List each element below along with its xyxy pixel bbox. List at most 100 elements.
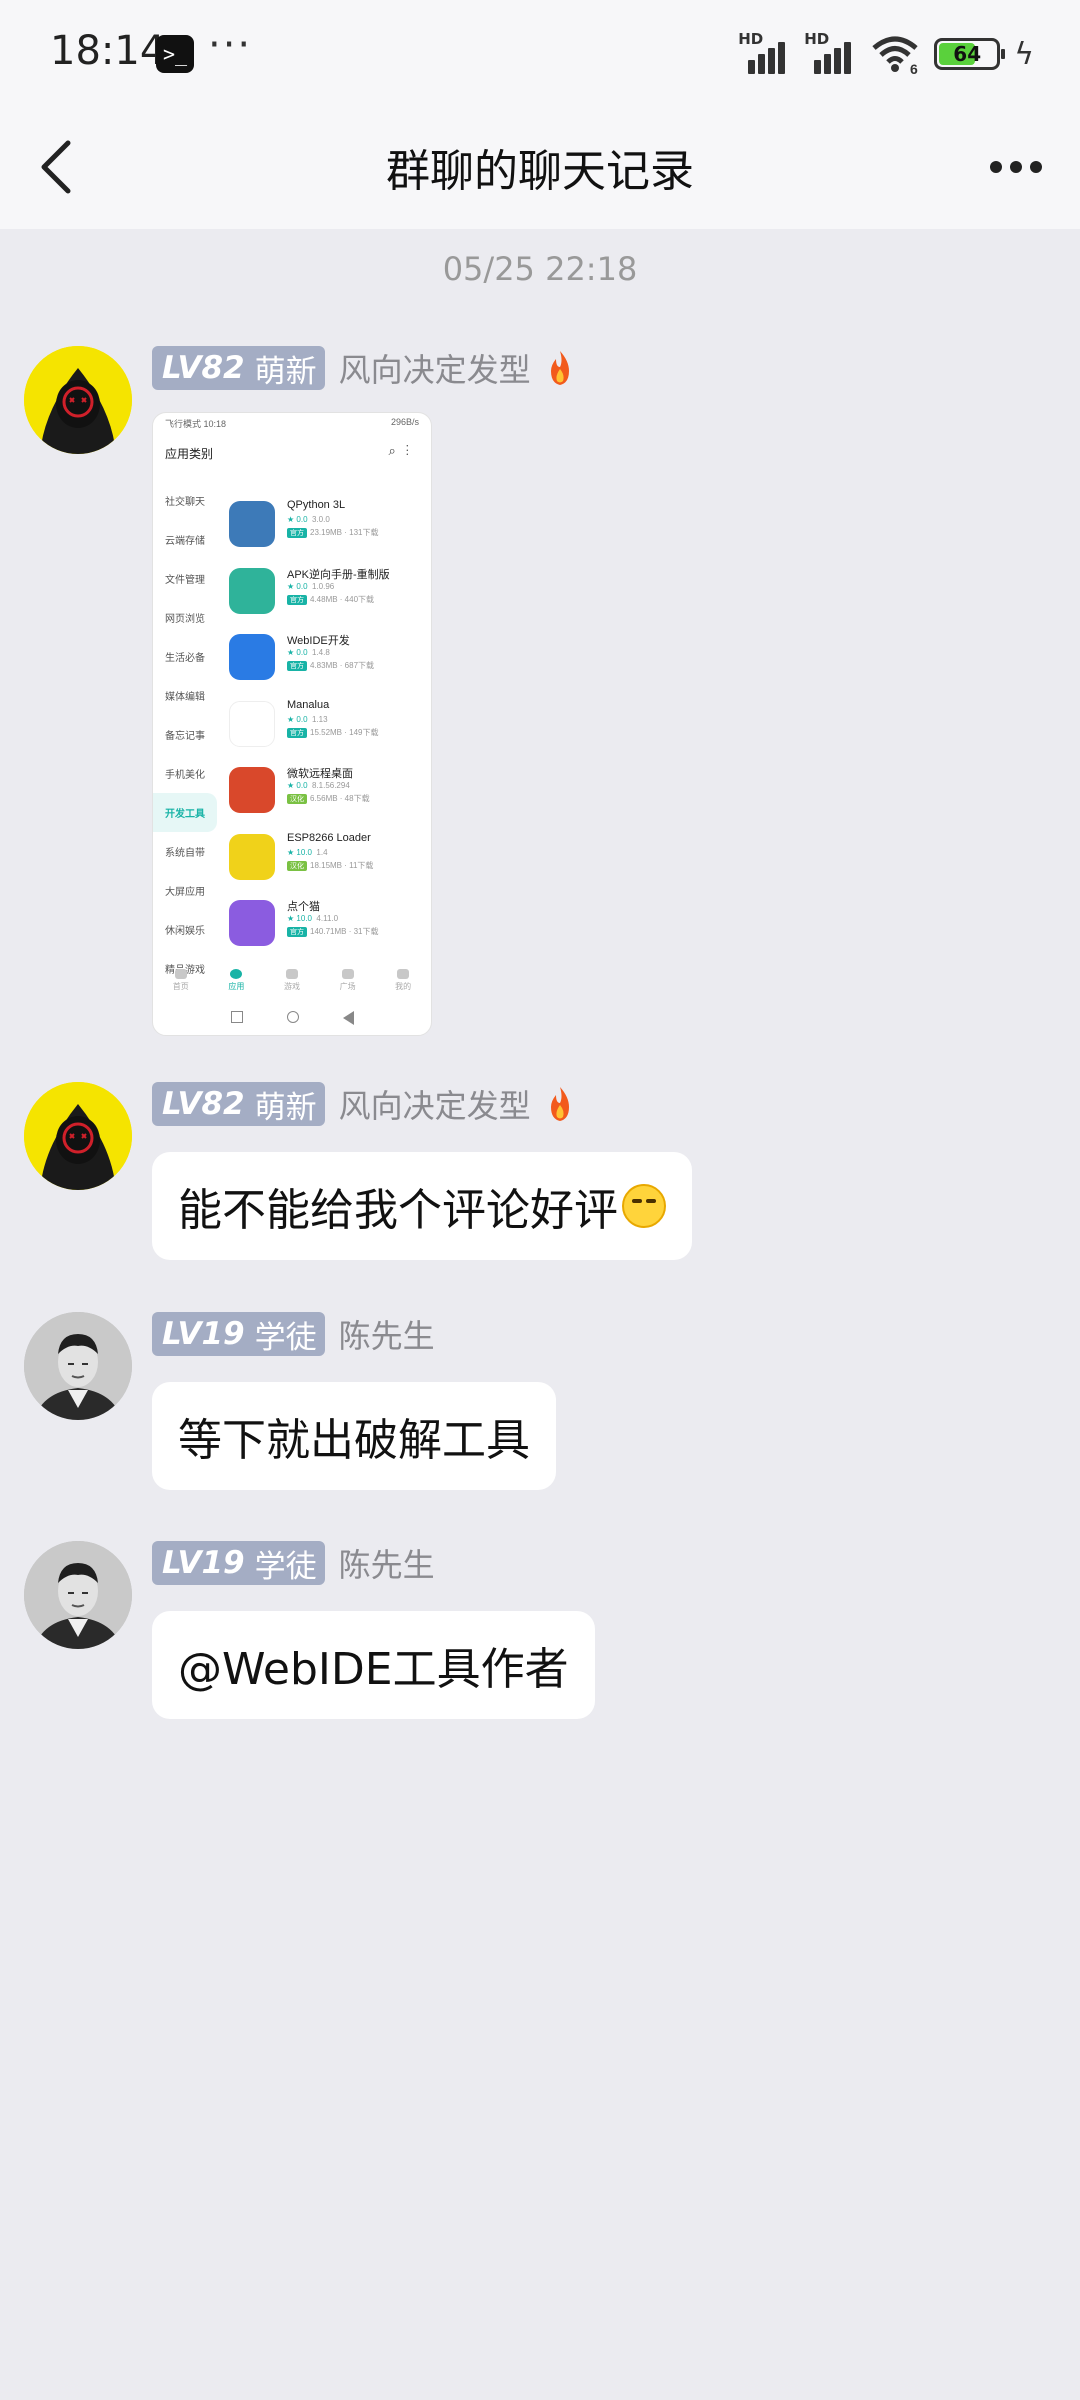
rank-label: 萌新 (254, 1089, 317, 1126)
message-text: @WebIDE工具作者 (178, 1644, 569, 1695)
app-icon (229, 700, 275, 747)
circle-icon (286, 1011, 299, 1023)
chat-message: LV82 萌新 风向决定发型 能不能给我个评论好评 (24, 1082, 924, 1272)
sender-name[interactable]: 风向决定发型 (339, 1081, 531, 1127)
shot-category: 生活必备 (165, 653, 205, 664)
level-badge: LV82 萌新 (152, 1082, 325, 1126)
message-bubble[interactable]: @WebIDE工具作者 (152, 1611, 595, 1719)
wifi-label: 6 (910, 61, 918, 74)
rank-label: 学徒 (254, 1319, 317, 1356)
charging-icon: ϟ (1014, 36, 1034, 72)
signal-icon: HD (738, 30, 790, 74)
sender-name[interactable]: 陈先生 (339, 1311, 435, 1357)
shot-search-icon: ⌕⋮ (388, 443, 419, 458)
chat-message: LV19 学徒 陈先生 等下就出破解工具 (24, 1312, 924, 1502)
shot-category: 文件管理 (165, 575, 205, 586)
level-label: LV19 (162, 1545, 245, 1581)
shot-category: 休闲娱乐 (165, 926, 205, 937)
shot-category: 大屏应用 (165, 887, 205, 898)
message-bubble[interactable]: 能不能给我个评论好评 (152, 1152, 692, 1260)
app-rating: ★ 0.0 1.13 (287, 714, 328, 724)
more-button[interactable] (976, 127, 1056, 207)
status-indicators: HD HD 6 64 ϟ (738, 30, 1034, 78)
app-rating: ★ 0.0 3.0.0 (287, 515, 330, 524)
shot-category: 备忘记事 (165, 731, 205, 742)
app-name: WebIDE开发 (287, 635, 350, 647)
app-size: 官方 4.83MB · 687下载 (287, 660, 374, 671)
level-label: LV82 (162, 350, 245, 386)
app-rating: ★ 0.0 1.0.96 (287, 581, 335, 591)
shot-app-row: Manalua ★ 0.0 1.13 官方 15.52MB · 149下载 (229, 693, 427, 760)
signal-icon-2: HD (804, 30, 856, 74)
shot-category: 网页浏览 (165, 614, 205, 625)
shot-system-nav (153, 1011, 431, 1025)
shot-category: 社交聊天 (165, 497, 205, 508)
sender-meta: LV19 学徒 陈先生 (152, 1312, 435, 1356)
message-text: 等下就出破解工具 (178, 1415, 530, 1466)
sender-meta: LV19 学徒 陈先生 (152, 1541, 435, 1585)
app-icon (229, 634, 275, 680)
message-timestamp: 05/25 22:18 (442, 250, 638, 288)
level-label: LV82 (162, 1086, 245, 1122)
app-name: ESP8266 Loader (287, 831, 371, 844)
app-rating: ★ 10.0 4.11.0 (287, 914, 339, 923)
chat-message: LV82 萌新 风向决定发型 飞行模式 10:18 296B/s 应用类别 ⌕⋮… (24, 346, 924, 1046)
shot-app-row: ESP8266 Loader ★ 10.0 1.4 汉化 18.15MB · 11下载 (229, 826, 427, 893)
battery-icon: 64 (934, 38, 1006, 70)
app-rating: ★ 0.0 8.1.56.294 (287, 781, 350, 790)
signal-hd-label-2: HD (804, 30, 830, 48)
shot-header-title: 应用类别 (165, 447, 214, 461)
shot-category-list: 社交聊天 云端存储 文件管理 网页浏览 生活必备 媒体编辑 备忘记事 手机美化 … (153, 481, 221, 988)
shot-category: 系统自带 (165, 848, 205, 859)
shot-category: 媒体编辑 (165, 692, 205, 703)
app-rating: ★ 10.0 1.4 (287, 847, 328, 857)
avatar[interactable] (24, 1312, 132, 1420)
app-icon (229, 833, 275, 880)
shot-tab: 游戏 (272, 969, 312, 999)
sender-name[interactable]: 风向决定发型 (339, 345, 531, 391)
shot-tab: 广场 (328, 969, 368, 999)
nav-bar: 群聊的聊天记录 (0, 105, 1080, 229)
sender-name[interactable]: 陈先生 (339, 1540, 435, 1586)
app-size: 官方 140.71MB · 31下载 (287, 926, 378, 937)
terminal-icon: >_ (156, 35, 194, 73)
app-name: 微软远程桌面 (287, 768, 353, 780)
triangle-back-icon (342, 1011, 354, 1025)
level-badge: LV19 学徒 (152, 1541, 325, 1585)
level-badge: LV82 萌新 (152, 346, 325, 390)
shot-status-right: 296B/s (390, 417, 419, 427)
app-size: 官方 15.52MB · 149下载 (287, 727, 378, 738)
level-label: LV19 (162, 1316, 245, 1352)
avatar[interactable] (24, 1541, 132, 1649)
shot-tab-active: 应用 (216, 969, 256, 999)
shot-app-row: QPython 3L ★ 0.0 3.0.0 官方 23.19MB · 131下载 (229, 493, 427, 560)
app-name: Manalua (287, 698, 330, 711)
message-bubble[interactable]: 等下就出破解工具 (152, 1382, 556, 1490)
shot-tab: 我的 (383, 969, 423, 999)
status-bar: 18:14 >_ ··· HD HD 6 64 ϟ (0, 0, 1080, 105)
shot-status-left: 飞行模式 10:18 (165, 419, 227, 429)
fire-icon (550, 1087, 569, 1121)
sender-meta: LV82 萌新 风向决定发型 (152, 1082, 575, 1126)
shared-screenshot-image[interactable]: 飞行模式 10:18 296B/s 应用类别 ⌕⋮ 社交聊天 云端存储 文件管理… (152, 412, 432, 1036)
signal-hd-label: HD (738, 30, 764, 48)
avatar[interactable] (24, 1082, 132, 1190)
shot-tab: 首页 (161, 969, 201, 999)
grin-emoji-icon (622, 1184, 666, 1228)
fire-icon (550, 351, 569, 385)
level-badge: LV19 学徒 (152, 1312, 325, 1356)
app-size: 汉化 18.15MB · 11下载 (287, 860, 373, 871)
app-icon (229, 501, 275, 547)
shot-app-row: WebIDE开发 ★ 0.0 1.4.8 官方 4.83MB · 687下载 (229, 626, 427, 693)
avatar[interactable] (24, 346, 132, 454)
square-icon (230, 1011, 243, 1023)
page-title: 群聊的聊天记录 (386, 146, 694, 197)
chat-message: LV19 学徒 陈先生 @WebIDE工具作者 (24, 1541, 924, 1731)
shot-app-row: APK逆向手册-重制版 ★ 0.0 1.0.96 官方 4.48MB · 440下载 (229, 560, 427, 627)
app-name: 点个猫 (287, 901, 320, 913)
app-icon (229, 567, 275, 614)
wifi-icon: 6 (872, 36, 918, 74)
shot-app-row: 点个猫 ★ 10.0 4.11.0 官方 140.71MB · 31下载 (229, 892, 427, 959)
app-size: 官方 4.48MB · 440下载 (287, 594, 374, 605)
shot-category-active: 开发工具 (153, 793, 217, 832)
